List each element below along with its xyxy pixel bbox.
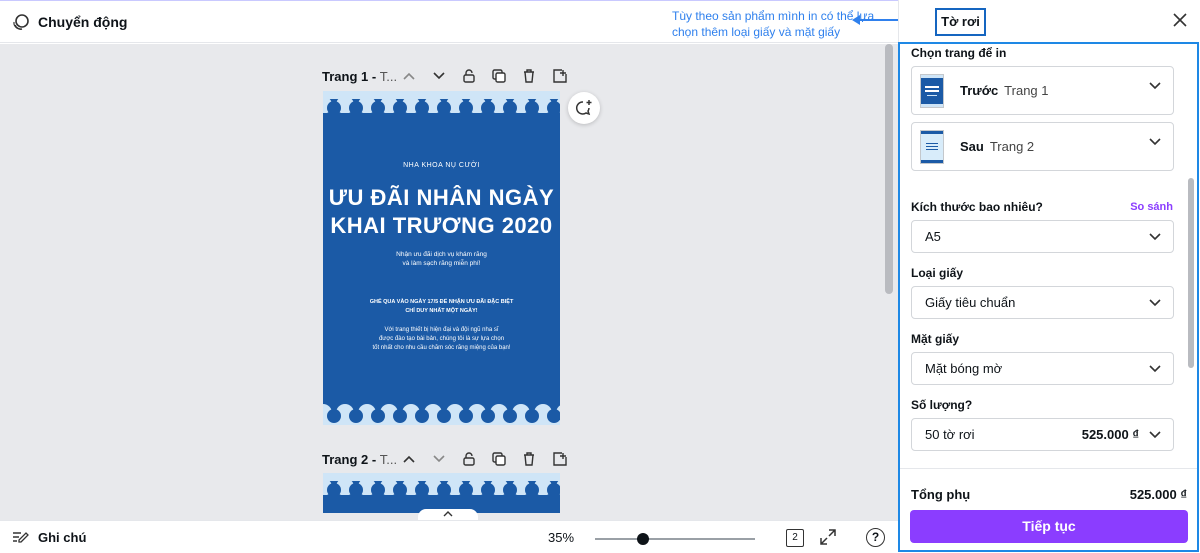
- quantity-value: 50 tờ rơi: [925, 427, 975, 442]
- flyer-offer-line-1: Nhận ưu đãi dịch vụ khám răng: [396, 251, 487, 258]
- flyer-body-line-3: tốt nhất cho nhu cầu chăm sóc răng miệng…: [372, 345, 511, 351]
- chevron-down-icon: [1149, 365, 1161, 373]
- subtotal-value: 525.000 ₫: [1129, 487, 1187, 502]
- flyer-page-2[interactable]: [323, 473, 560, 513]
- size-select[interactable]: A5: [911, 220, 1174, 253]
- chevron-up-icon: [443, 511, 453, 517]
- print-pages-label: Chọn trang để in: [911, 46, 1007, 60]
- quantity-select[interactable]: 50 tờ rơi 525.000 ₫: [911, 418, 1174, 451]
- chevron-down-icon: [1149, 431, 1161, 439]
- panel-footer: Tổng phụ 525.000 ₫ Tiếp tục: [900, 468, 1197, 550]
- canvas-scrollbar[interactable]: [885, 44, 893, 294]
- front-page-value: Trang 1: [1004, 83, 1049, 98]
- quantity-label: Số lượng?: [911, 398, 973, 412]
- size-label: Kích thước bao nhiêu?: [911, 200, 1043, 214]
- fullscreen-icon[interactable]: [820, 529, 836, 545]
- editor-bottombar: Ghi chú 35% 2 ?: [0, 520, 898, 553]
- finish-value: Mặt bóng mờ: [925, 361, 1003, 376]
- panel-title: Tờ rơi: [935, 8, 986, 36]
- panel-scrollbar[interactable]: [1188, 178, 1194, 368]
- flyer-body-line-1: Với trang thiết bị hiện đại và đội ngũ n…: [384, 327, 499, 333]
- finish-select[interactable]: Mặt bóng mờ: [911, 352, 1174, 385]
- zoom-percentage[interactable]: 35%: [548, 530, 574, 545]
- motion-icon: [13, 13, 29, 30]
- paper-type-select[interactable]: Giấy tiêu chuẩn: [911, 286, 1174, 319]
- add-page-icon[interactable]: [551, 450, 569, 468]
- close-icon[interactable]: [1170, 11, 1190, 31]
- flyer-headline-line-2: KHAI TRƯƠNG 2020: [330, 213, 553, 238]
- page-count-button[interactable]: 2: [786, 529, 804, 547]
- compare-link[interactable]: So sánh: [1130, 201, 1173, 213]
- motion-button[interactable]: Chuyển động: [12, 13, 127, 31]
- add-page-icon[interactable]: [551, 67, 569, 85]
- front-label: Trước: [960, 83, 999, 98]
- chevron-down-icon: [1149, 233, 1161, 241]
- flyer-clinic-name: NHA KHOA NỤ CƯỜI: [403, 162, 480, 169]
- chevron-down-icon: [1149, 82, 1161, 90]
- trash-icon[interactable]: [520, 450, 538, 468]
- zoom-slider-thumb[interactable]: [637, 533, 649, 545]
- continue-button[interactable]: Tiếp tục: [910, 510, 1188, 543]
- flyer-cta-line-1: GHÉ QUA VÀO NGÀY 17/5 ĐỂ NHẬN ƯU ĐÃI ĐẶC…: [369, 299, 514, 305]
- flyer-page-1[interactable]: NHA KHOA NỤ CƯỜI ƯU ĐÃI NHÂN NGÀY KHAI T…: [323, 91, 560, 425]
- page-1-title: Trang 1 - T...: [322, 68, 398, 84]
- size-value: A5: [925, 229, 941, 244]
- lock-icon[interactable]: [460, 450, 478, 468]
- motion-label: Chuyển động: [38, 13, 128, 30]
- finish-label: Mặt giấy: [911, 332, 960, 346]
- paper-type-label: Loại giấy: [911, 266, 964, 280]
- print-options-panel: Chọn trang để in Trước Trang 1 Sau Trang 2…: [898, 42, 1199, 552]
- chevron-down-icon: [1149, 138, 1161, 146]
- quantity-price: 525.000 ₫: [1081, 427, 1139, 442]
- page-2-header: Trang 2 - T...: [322, 450, 582, 468]
- page-2-title: Trang 2 - T...: [322, 451, 398, 467]
- back-page-value: Trang 2: [989, 139, 1035, 154]
- notes-button[interactable]: Ghi chú: [12, 530, 86, 545]
- chevron-down-icon[interactable]: [430, 450, 448, 468]
- help-button[interactable]: ?: [866, 528, 885, 547]
- flyer-body-line-2: được đào tạo bài bản, chúng tôi là sự lự…: [378, 336, 505, 342]
- front-page-select[interactable]: Trước Trang 1: [911, 66, 1174, 115]
- zoom-slider[interactable]: [595, 538, 755, 540]
- chevron-down-icon[interactable]: [430, 67, 448, 85]
- back-page-thumbnail: [920, 130, 944, 164]
- notes-icon: [13, 532, 29, 543]
- flyer-offer-line-2: và làm sạch răng miễn phí!: [402, 260, 481, 267]
- chevron-down-icon: [1149, 299, 1161, 307]
- duplicate-icon[interactable]: [490, 450, 508, 468]
- comment-plus-icon: [575, 100, 592, 116]
- chevron-up-icon[interactable]: [400, 450, 418, 468]
- trash-icon[interactable]: [520, 67, 538, 85]
- flyer-cta-line-2: CHỈ DUY NHẤT MỘT NGÀY!: [405, 308, 478, 314]
- duplicate-icon[interactable]: [490, 67, 508, 85]
- wave-decoration-top: [323, 473, 560, 497]
- front-page-thumbnail: [920, 74, 944, 108]
- back-page-select[interactable]: Sau Trang 2: [911, 122, 1174, 171]
- wave-decoration-top: [323, 91, 560, 113]
- page-1-header: Trang 1 - T...: [322, 67, 582, 85]
- subtotal-label: Tổng phụ: [911, 487, 971, 502]
- chevron-up-icon[interactable]: [400, 67, 418, 85]
- flyer-headline-line-1: ƯU ĐÃI NHÂN NGÀY: [328, 185, 555, 210]
- back-label: Sau: [960, 139, 984, 154]
- notes-label: Ghi chú: [38, 529, 87, 545]
- add-comment-button[interactable]: [568, 92, 600, 124]
- lock-icon[interactable]: [460, 67, 478, 85]
- paper-type-value: Giấy tiêu chuẩn: [925, 295, 1016, 310]
- wave-decoration-bottom: [323, 404, 560, 425]
